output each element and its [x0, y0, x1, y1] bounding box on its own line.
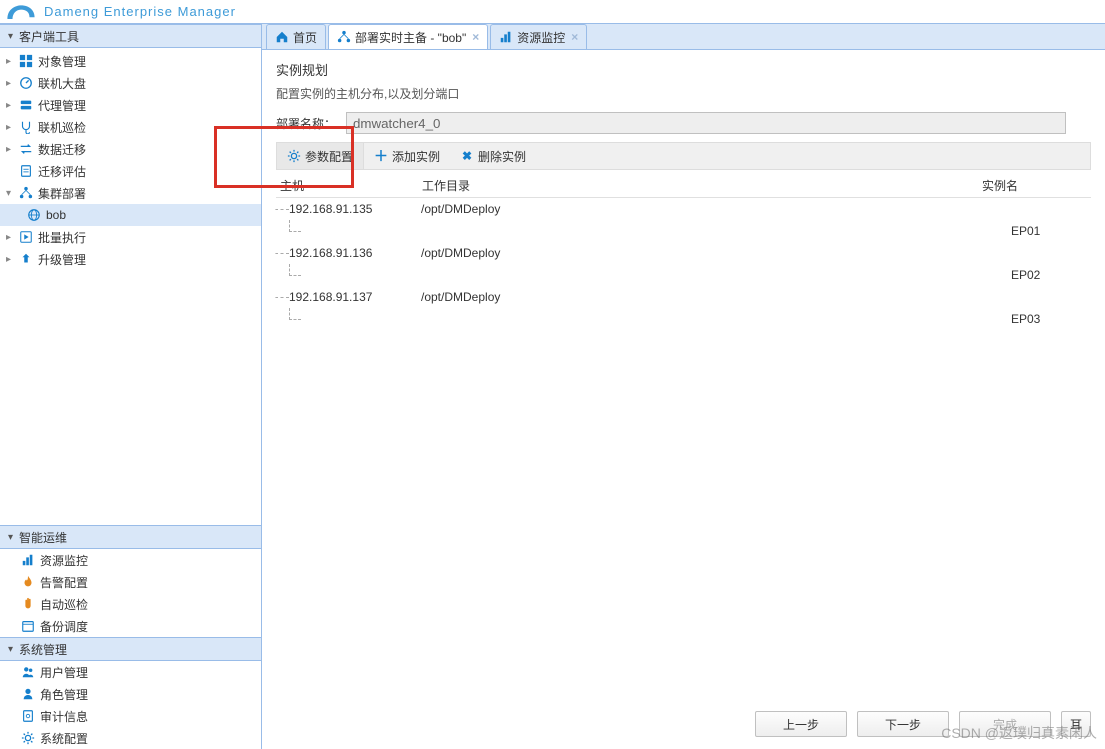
upgrade-icon: [18, 251, 34, 267]
calendar-icon: [20, 618, 36, 634]
tree-item-agent-mgmt[interactable]: ▸代理管理: [0, 94, 261, 116]
list-item-resource-monitor[interactable]: 资源监控: [0, 549, 261, 571]
tree-item-online-dash[interactable]: ▸联机大盘: [0, 72, 261, 94]
grid-icon: [18, 53, 34, 69]
table-header: 主机 工作目录 实例名: [276, 174, 1091, 198]
list-item-user-mgmt[interactable]: 用户管理: [0, 661, 261, 683]
param-config-button[interactable]: 参数配置: [277, 143, 364, 169]
chevron-right-icon: ▸: [6, 144, 16, 155]
stethoscope-icon: [18, 119, 34, 135]
list-sys-mgmt: 用户管理 角色管理 审计信息 系统配置: [0, 661, 261, 749]
tab-deploy-bob[interactable]: 部署实时主备 - "bob"×: [328, 24, 488, 49]
list-item-alert-config[interactable]: 告警配置: [0, 571, 261, 593]
chevron-right-icon: ▸: [6, 232, 16, 243]
content-pane: 实例规划 配置实例的主机分布,以及划分端口 部署名称： 参数配置 ＋添加实例 ✖…: [262, 50, 1105, 749]
hand-icon: [20, 596, 36, 612]
page-title: 实例规划: [276, 60, 1091, 79]
sidebar: 客户端工具 ▸对象管理 ▸联机大盘 ▸代理管理 ▸联机巡检 ▸数据迁移 迁移评估…: [0, 24, 262, 749]
cluster-icon: [18, 185, 34, 201]
next-button[interactable]: 下一步: [857, 711, 949, 737]
play-icon: [18, 229, 34, 245]
cluster-icon: [337, 30, 351, 44]
server-icon: [18, 97, 34, 113]
clipboard-icon: [18, 163, 34, 179]
table-row[interactable]: 192.168.91.135/opt/DMDeploy EP01: [276, 198, 1091, 242]
instance-table: 主机 工作目录 实例名 192.168.91.135/opt/DMDeploy …: [276, 174, 1091, 330]
chevron-right-icon: ▸: [6, 56, 16, 67]
tab-bar: 首页 部署实时主备 - "bob"× 资源监控×: [262, 24, 1105, 50]
close-icon[interactable]: ×: [571, 30, 578, 44]
list-item-audit-info[interactable]: 审计信息: [0, 705, 261, 727]
users-icon: [20, 664, 36, 680]
prev-button[interactable]: 上一步: [755, 711, 847, 737]
audit-icon: [20, 708, 36, 724]
panel-header-sys-mgmt[interactable]: 系统管理: [0, 637, 261, 661]
list-item-backup-sched[interactable]: 备份调度: [0, 615, 261, 637]
panel-header-client-tools[interactable]: 客户端工具: [0, 24, 261, 48]
deploy-name-input[interactable]: [346, 112, 1066, 134]
bars-icon: [20, 552, 36, 568]
wizard-footer: 上一步 下一步 完成 耳: [755, 711, 1091, 737]
tree-item-online-inspect[interactable]: ▸联机巡检: [0, 116, 261, 138]
bars-icon: [499, 30, 513, 44]
chevron-right-icon: ▸: [6, 78, 16, 89]
tree-item-cluster-deploy[interactable]: ▾集群部署: [0, 182, 261, 204]
col-dir: 工作目录: [422, 177, 982, 194]
list-smart-ops: 资源监控 告警配置 自动巡检 备份调度: [0, 549, 261, 637]
finish-button[interactable]: 完成: [959, 711, 1051, 737]
chevron-right-icon: ▸: [6, 122, 16, 133]
gear-icon: [20, 730, 36, 746]
tree-item-bob[interactable]: bob: [0, 204, 261, 226]
close-icon[interactable]: ×: [472, 30, 479, 44]
cross-icon: ✖: [460, 149, 474, 163]
retry-button[interactable]: 耳: [1061, 711, 1091, 737]
tree-item-upgrade-mgmt[interactable]: ▸升级管理: [0, 248, 261, 270]
tab-home[interactable]: 首页: [266, 24, 326, 49]
chevron-down-icon: ▾: [6, 188, 16, 199]
globe-icon: [26, 207, 42, 223]
list-item-role-mgmt[interactable]: 角色管理: [0, 683, 261, 705]
app-header: Dameng Enterprise Manager: [0, 0, 1105, 24]
tree-item-migrate-assess[interactable]: 迁移评估: [0, 160, 261, 182]
col-name: 实例名: [982, 177, 1062, 194]
tree-item-data-migrate[interactable]: ▸数据迁移: [0, 138, 261, 160]
gear-icon: [287, 149, 301, 163]
tree-item-batch-exec[interactable]: ▸批量执行: [0, 226, 261, 248]
add-instance-button[interactable]: ＋添加实例: [364, 143, 450, 169]
flame-icon: [20, 574, 36, 590]
delete-instance-button[interactable]: ✖删除实例: [450, 143, 536, 169]
col-host: 主机: [276, 177, 422, 194]
role-icon: [20, 686, 36, 702]
panel-header-smart-ops[interactable]: 智能运维: [0, 525, 261, 549]
brand-text: Dameng Enterprise Manager: [44, 4, 236, 19]
table-row[interactable]: 192.168.91.137/opt/DMDeploy EP03: [276, 286, 1091, 330]
deploy-name-label: 部署名称：: [276, 115, 346, 132]
chevron-right-icon: ▸: [6, 100, 16, 111]
table-row[interactable]: 192.168.91.136/opt/DMDeploy EP02: [276, 242, 1091, 286]
list-item-sys-config[interactable]: 系统配置: [0, 727, 261, 749]
plus-icon: ＋: [374, 149, 388, 163]
list-item-auto-inspect[interactable]: 自动巡检: [0, 593, 261, 615]
logo-icon: [4, 2, 38, 22]
deploy-name-row: 部署名称：: [276, 112, 1091, 134]
chevron-right-icon: ▸: [6, 254, 16, 265]
tree-client-tools: ▸对象管理 ▸联机大盘 ▸代理管理 ▸联机巡检 ▸数据迁移 迁移评估 ▾集群部署…: [0, 48, 261, 272]
page-subtitle: 配置实例的主机分布,以及划分端口: [276, 85, 1091, 102]
tree-item-object-mgmt[interactable]: ▸对象管理: [0, 50, 261, 72]
exchange-icon: [18, 141, 34, 157]
main-area: 首页 部署实时主备 - "bob"× 资源监控× 实例规划 配置实例的主机分布,…: [262, 24, 1105, 749]
instance-toolbar: 参数配置 ＋添加实例 ✖删除实例: [276, 142, 1091, 170]
tab-resource-monitor[interactable]: 资源监控×: [490, 24, 587, 49]
gauge-icon: [18, 75, 34, 91]
home-icon: [275, 30, 289, 44]
